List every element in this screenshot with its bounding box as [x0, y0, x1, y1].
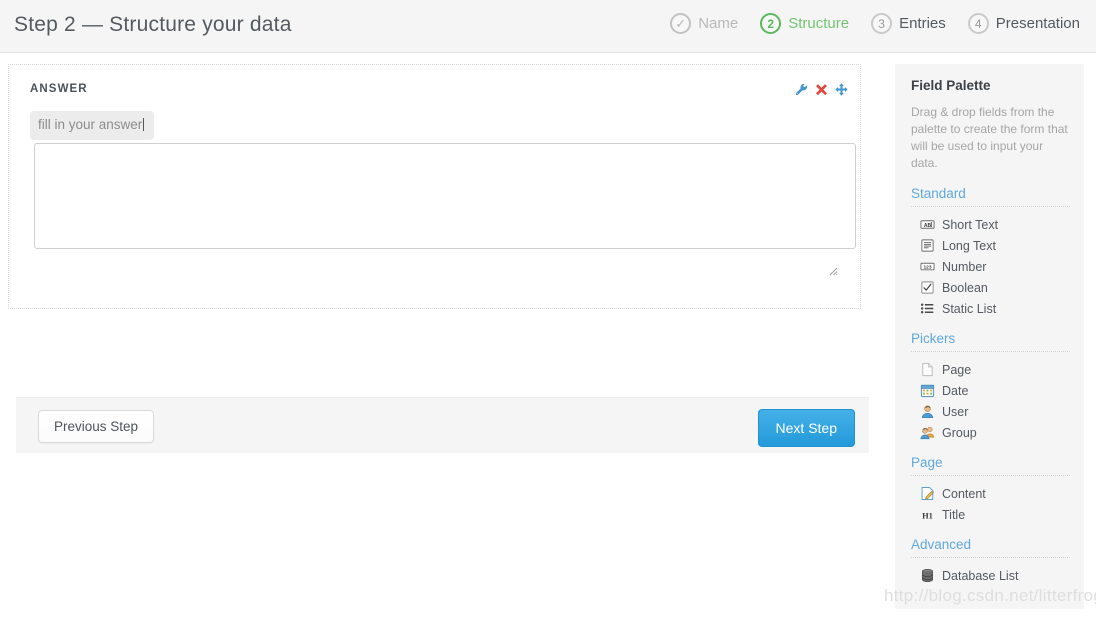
palette-item-label: Content: [942, 486, 986, 501]
palette-item-group[interactable]: Group: [911, 422, 1070, 443]
resize-grip-icon[interactable]: [827, 265, 838, 276]
text-caret: [143, 118, 145, 131]
database-icon: [922, 569, 933, 582]
palette-item-label: Title: [942, 507, 966, 522]
boolean-checkbox-icon: [921, 281, 934, 294]
heading-h1-icon: H1: [922, 510, 933, 520]
check-circle-icon: ✓: [670, 13, 692, 34]
long-text-icon: [921, 239, 934, 252]
svg-text:H1: H1: [922, 510, 933, 520]
calendar-icon: [920, 384, 935, 398]
step-item-entries[interactable]: 3 Entries: [871, 13, 946, 34]
palette-title: Field Palette: [911, 78, 991, 93]
palette-description: Drag & drop fields from the palette to c…: [911, 105, 1068, 170]
step-number-circle-3: 3: [871, 13, 893, 34]
next-step-button[interactable]: Next Step: [757, 409, 855, 447]
page-document-icon: [922, 362, 933, 377]
group-users-icon: [920, 426, 935, 440]
palette-group-standard: Standard: [911, 186, 1070, 207]
palette-item-number[interactable]: 123 Number: [911, 256, 1070, 277]
delete-x-icon[interactable]: [815, 83, 828, 96]
answer-input-value: fill in your answer: [38, 117, 143, 132]
step-indicator: ✓ Name 2 Structure 3 Entries 4 Presentat…: [670, 13, 1080, 34]
palette-item-label: Boolean: [942, 280, 988, 295]
step-item-structure[interactable]: 2 Structure: [760, 13, 849, 34]
step-label-structure: Structure: [788, 15, 850, 32]
wrench-icon[interactable]: [795, 83, 808, 96]
palette-item-page[interactable]: Page: [911, 359, 1070, 380]
field-label: ANSWER: [30, 83, 88, 95]
answer-input-preview[interactable]: fill in your answer: [30, 111, 155, 140]
step-item-presentation[interactable]: 4 Presentation: [967, 13, 1080, 34]
page-header: Step 2 — Structure your data ✓ Name 2 St…: [0, 0, 1096, 53]
field-palette-panel: Field Palette Drag & drop fields from th…: [895, 64, 1084, 609]
palette-group-page: Page: [911, 455, 1070, 476]
palette-item-label: Number: [942, 259, 987, 274]
palette-item-label: Long Text: [942, 238, 996, 253]
palette-item-label: Database List: [942, 568, 1019, 583]
short-text-icon: AB: [920, 220, 935, 229]
palette-item-label: Short Text: [942, 217, 999, 232]
form-field-card[interactable]: ANSWER fill in your answer: [8, 64, 861, 309]
step-label-presentation: Presentation: [995, 15, 1080, 32]
palette-item-static-list[interactable]: Static List: [911, 298, 1070, 319]
palette-group-pickers: Pickers: [911, 331, 1070, 352]
previous-step-button[interactable]: Previous Step: [38, 410, 155, 443]
palette-group-advanced: Advanced: [911, 537, 1070, 558]
form-builder-canvas: ANSWER fill in your answer Previous Step…: [8, 64, 869, 453]
static-list-icon: [920, 303, 934, 314]
wizard-footer: Previous Step Next Step: [16, 397, 869, 453]
palette-item-user[interactable]: User: [911, 401, 1070, 422]
palette-item-label: Date: [942, 383, 969, 398]
content-edit-icon: [921, 487, 935, 500]
svg-text:123: 123: [923, 265, 931, 271]
page-title: Step 2 — Structure your data: [14, 13, 292, 36]
step-label-name: Name: [698, 15, 739, 32]
answer-textarea[interactable]: [34, 142, 856, 249]
palette-item-title[interactable]: H1 Title: [911, 504, 1070, 525]
svg-text:AB: AB: [924, 223, 932, 229]
move-icon[interactable]: [835, 83, 848, 96]
palette-item-label: Group: [942, 425, 977, 440]
palette-item-label: Static List: [942, 301, 997, 316]
palette-item-content[interactable]: Content: [911, 483, 1070, 504]
palette-item-database-list[interactable]: Database List: [911, 565, 1070, 586]
number-icon: 123: [920, 262, 935, 271]
step-label-entries: Entries: [899, 15, 946, 32]
step-number-circle-2: 2: [760, 13, 782, 34]
palette-item-date[interactable]: Date: [911, 380, 1070, 401]
step-item-name[interactable]: ✓ Name: [670, 13, 738, 34]
step-number-circle-4: 4: [967, 13, 989, 34]
page-root: Step 2 — Structure your data ✓ Name 2 St…: [0, 0, 1096, 617]
palette-item-label: Page: [942, 362, 972, 377]
palette-item-long-text[interactable]: Long Text: [911, 235, 1070, 256]
palette-item-boolean[interactable]: Boolean: [911, 277, 1070, 298]
palette-item-label: User: [942, 404, 969, 419]
field-action-toolbar: [795, 83, 848, 96]
user-icon: [921, 405, 934, 419]
palette-item-short-text[interactable]: AB Short Text: [911, 214, 1070, 235]
